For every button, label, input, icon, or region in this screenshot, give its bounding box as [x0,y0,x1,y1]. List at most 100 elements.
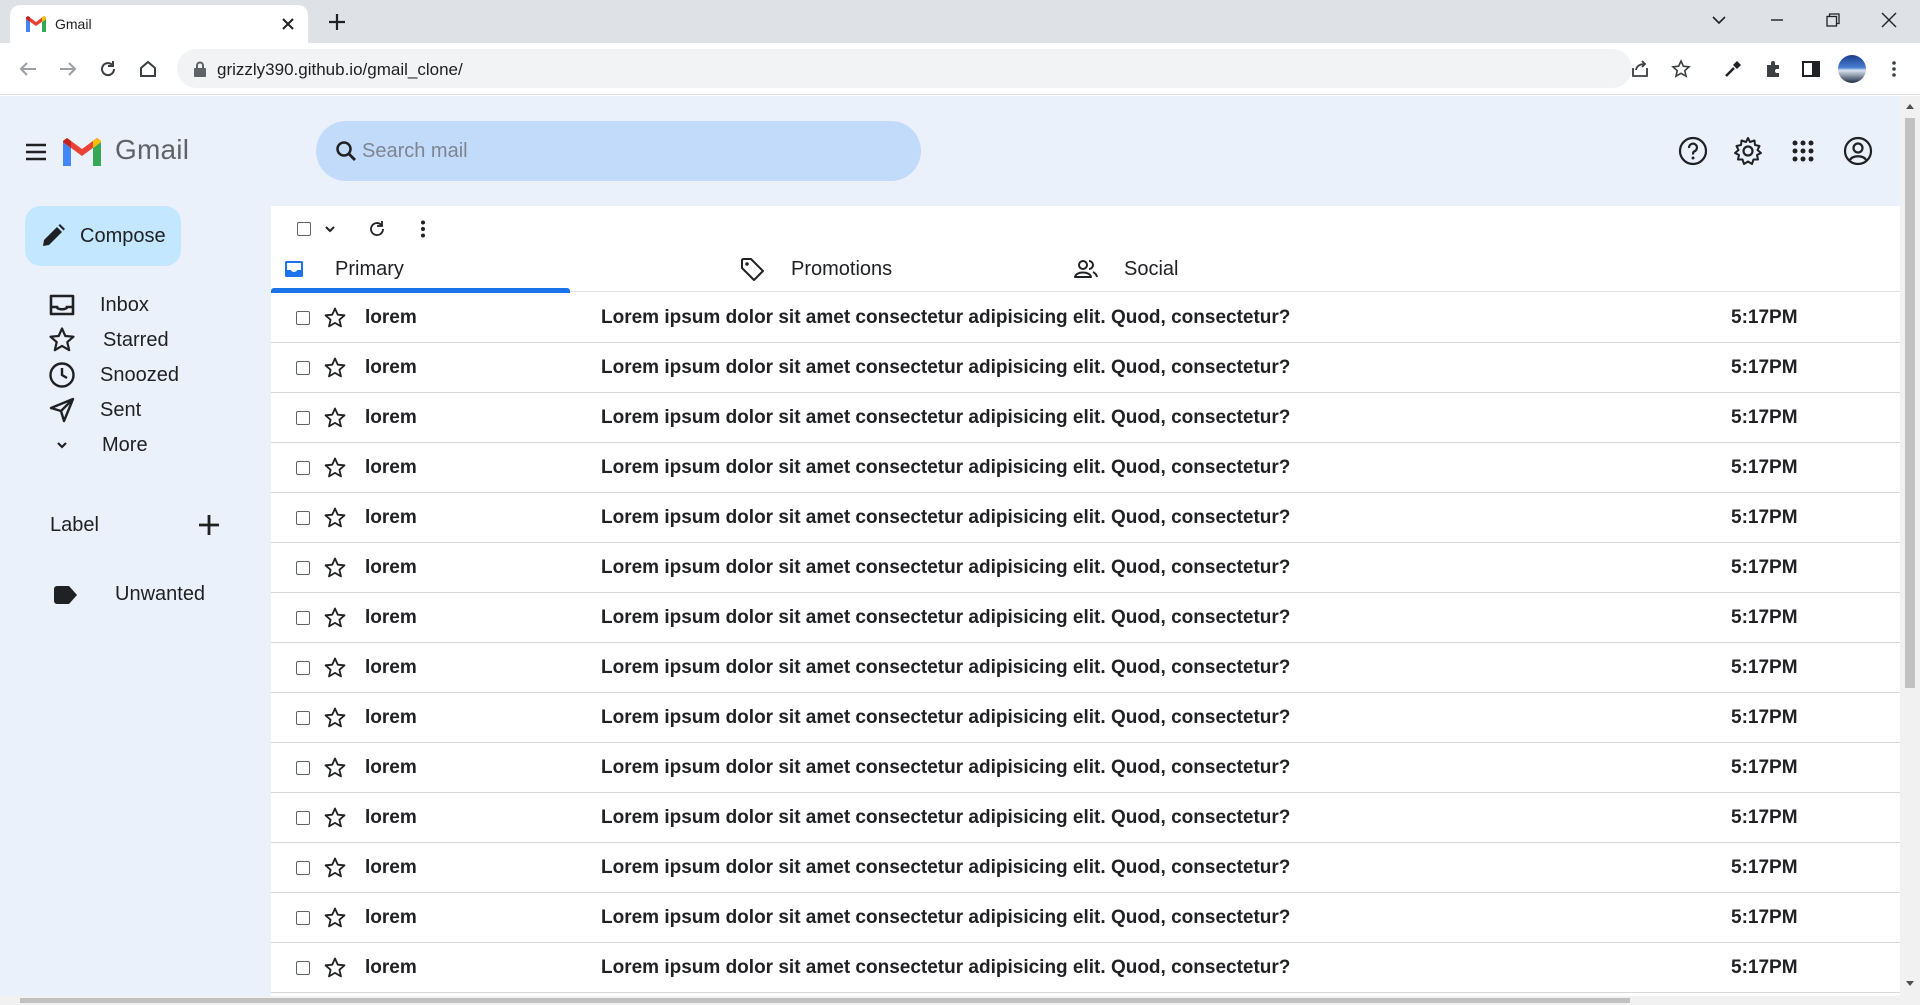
email-row[interactable]: lorem Lorem ipsum dolor sit amet consecte… [271,393,1900,443]
restore-icon[interactable] [1806,0,1860,40]
sidebar-item-snoozed[interactable]: Snoozed [48,361,248,389]
email-row[interactable]: lorem Lorem ipsum dolor sit amet consecte… [271,543,1900,593]
email-row[interactable]: lorem Lorem ipsum dolor sit amet consecte… [271,593,1900,643]
tab-search-icon[interactable] [1692,0,1746,40]
email-checkbox[interactable] [296,961,310,975]
horizontal-scrollbar[interactable] [0,996,1900,1005]
email-time: 5:17PM [1731,957,1798,978]
star-icon[interactable] [323,856,347,880]
email-subject: Lorem ipsum dolor sit amet consectetur a… [601,457,1291,478]
refresh-icon[interactable] [366,218,388,240]
tab-social[interactable]: Social [1062,248,1362,292]
new-tab-icon[interactable] [324,9,350,35]
extensions-icon[interactable] [1761,57,1785,81]
email-row[interactable]: lorem Lorem ipsum dolor sit amet consecte… [271,743,1900,793]
add-label-icon[interactable] [196,512,222,538]
sidebar-item-sent[interactable]: Sent [48,396,248,424]
email-row[interactable]: lorem Lorem ipsum dolor sit amet consecte… [271,443,1900,493]
star-icon[interactable] [323,306,347,330]
help-icon[interactable] [1676,134,1710,168]
sidebar-item-starred[interactable]: Starred [48,326,248,354]
email-checkbox[interactable] [296,561,310,575]
email-time: 5:17PM [1731,907,1798,928]
label-item-unwanted[interactable]: Unwanted [115,583,205,606]
sidebar-item-inbox[interactable]: Inbox [48,291,248,319]
horizontal-scroll-thumb[interactable] [20,998,1630,1003]
compose-label: Compose [80,225,166,247]
email-checkbox[interactable] [296,761,310,775]
more-actions-icon[interactable] [412,218,434,240]
star-icon[interactable] [323,506,347,530]
browser-tab[interactable]: Gmail [10,5,308,43]
forward-icon[interactable] [56,57,80,81]
close-window-icon[interactable] [1862,0,1916,40]
menu-icon[interactable] [24,140,48,164]
star-icon[interactable] [323,706,347,730]
email-row[interactable]: lorem Lorem ipsum dolor sit amet consecte… [271,493,1900,543]
side-panel-icon[interactable] [1799,57,1823,81]
email-checkbox[interactable] [296,861,310,875]
email-row[interactable]: lorem Lorem ipsum dolor sit amet consecte… [271,843,1900,893]
email-checkbox[interactable] [296,661,310,675]
mail-list-panel: Primary Promotions Social lorem Lorem ips… [271,206,1900,996]
email-checkbox[interactable] [296,411,310,425]
vertical-scroll-thumb[interactable] [1905,118,1915,688]
email-row[interactable]: lorem Lorem ipsum dolor sit amet consecte… [271,293,1900,343]
star-icon[interactable] [323,756,347,780]
email-row[interactable]: lorem Lorem ipsum dolor sit amet consecte… [271,343,1900,393]
back-icon[interactable] [16,57,40,81]
account-icon[interactable] [1841,134,1875,168]
home-icon[interactable] [136,57,160,81]
sidebar-item-more[interactable]: More [48,431,248,459]
email-sender: lorem [365,557,417,578]
labels-heading: Label [50,514,99,536]
search-input[interactable] [362,121,902,181]
scroll-down-icon[interactable] [1905,980,1915,988]
email-row[interactable]: lorem Lorem ipsum dolor sit amet consecte… [271,943,1900,993]
email-checkbox[interactable] [296,811,310,825]
star-icon[interactable] [323,956,347,980]
email-checkbox[interactable] [296,461,310,475]
star-icon[interactable] [323,606,347,630]
email-time: 5:17PM [1731,307,1798,328]
star-icon[interactable] [323,356,347,380]
bookmark-star-icon[interactable] [1671,59,1691,79]
email-subject: Lorem ipsum dolor sit amet consectetur a… [601,707,1291,728]
eyedropper-icon[interactable] [1721,57,1745,81]
star-icon[interactable] [323,656,347,680]
share-icon[interactable] [1630,59,1650,79]
browser-menu-icon[interactable] [1882,57,1906,81]
email-checkbox[interactable] [296,311,310,325]
star-icon[interactable] [323,906,347,930]
email-row[interactable]: lorem Lorem ipsum dolor sit amet consecte… [271,893,1900,943]
email-subject: Lorem ipsum dolor sit amet consectetur a… [601,557,1291,578]
email-row[interactable]: lorem Lorem ipsum dolor sit amet consecte… [271,693,1900,743]
email-checkbox[interactable] [296,711,310,725]
email-checkbox[interactable] [296,361,310,375]
close-tab-icon[interactable] [278,14,298,34]
scroll-up-icon[interactable] [1905,102,1915,110]
email-checkbox[interactable] [296,911,310,925]
star-icon[interactable] [323,556,347,580]
vertical-scrollbar[interactable] [1900,96,1920,1005]
tab-promotions[interactable]: Promotions [729,248,1029,292]
select-dropdown-icon[interactable] [319,218,341,240]
star-icon[interactable] [323,456,347,480]
email-row[interactable]: lorem Lorem ipsum dolor sit amet consecte… [271,793,1900,843]
browser-profile-avatar[interactable] [1838,55,1866,83]
email-checkbox[interactable] [296,611,310,625]
tab-primary[interactable]: Primary [271,248,570,293]
reload-icon[interactable] [96,57,120,81]
search-icon[interactable] [334,139,358,163]
email-checkbox[interactable] [296,511,310,525]
select-all-checkbox[interactable] [293,218,315,240]
search-bar[interactable] [316,121,921,181]
minimize-icon[interactable] [1750,0,1804,40]
compose-button[interactable]: Compose [25,206,181,266]
star-icon[interactable] [323,806,347,830]
address-bar[interactable]: grizzly390.github.io/gmail_clone/ [177,49,1691,88]
star-icon[interactable] [323,406,347,430]
apps-icon[interactable] [1786,134,1820,168]
email-row[interactable]: lorem Lorem ipsum dolor sit amet consecte… [271,643,1900,693]
settings-icon[interactable] [1731,134,1765,168]
